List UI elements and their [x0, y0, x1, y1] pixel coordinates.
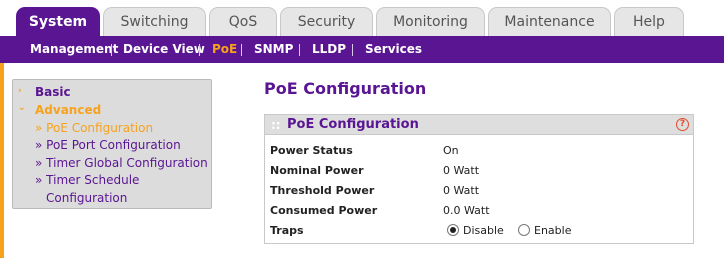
tab-system[interactable]: System	[16, 7, 100, 38]
subnav-divider	[199, 44, 200, 56]
side-menu: › Basic ⌄ Advanced » PoE Configuration »…	[12, 79, 212, 209]
grip-icon: ::	[271, 118, 281, 132]
menu-item-timer-schedule-cont[interactable]: Configuration	[46, 190, 127, 206]
subnav-divider	[352, 44, 353, 56]
menu-item-timer-schedule[interactable]: » Timer Schedule	[35, 172, 139, 188]
traps-disable-label[interactable]: Disable	[463, 224, 504, 237]
tab-help[interactable]: Help	[614, 7, 684, 37]
tab-qos[interactable]: QoS	[209, 7, 277, 37]
consumed-power-label: Consumed Power	[270, 204, 378, 217]
menu-item-poe-configuration[interactable]: » PoE Configuration	[35, 120, 153, 136]
subnav-management[interactable]: Management	[30, 36, 118, 63]
subnav-divider	[111, 44, 112, 56]
traps-enable-radio[interactable]	[518, 224, 530, 236]
power-status-label: Power Status	[270, 144, 353, 157]
nominal-power-label: Nominal Power	[270, 164, 364, 177]
menu-item-timer-global-configuration[interactable]: » Timer Global Configuration	[35, 155, 208, 171]
traps-label: Traps	[270, 224, 304, 237]
subnav-snmp[interactable]: SNMP	[254, 36, 293, 63]
subnav-lldp[interactable]: LLDP	[312, 36, 346, 63]
panel-title: PoE Configuration	[287, 117, 419, 132]
poe-config-panel: :: PoE Configuration ? Power Status On N…	[264, 114, 694, 244]
nominal-power-value: 0 Watt	[443, 164, 480, 177]
sub-navigation: Management Device View PoE SNMP LLDP Ser…	[0, 36, 724, 63]
tab-maintenance[interactable]: Maintenance	[488, 7, 611, 37]
tab-security[interactable]: Security	[280, 7, 373, 37]
consumed-power-value: 0.0 Watt	[443, 204, 490, 217]
tab-switching[interactable]: Switching	[103, 7, 206, 37]
threshold-power-value: 0 Watt	[443, 184, 480, 197]
threshold-power-label: Threshold Power	[270, 184, 375, 197]
arrow-right-icon: ›	[18, 86, 22, 96]
traps-enable-label[interactable]: Enable	[534, 224, 571, 237]
menu-advanced[interactable]: Advanced	[35, 102, 101, 118]
power-status-value: On	[443, 144, 459, 157]
menu-item-poe-port-configuration[interactable]: » PoE Port Configuration	[35, 137, 181, 153]
page-title: PoE Configuration	[264, 79, 427, 98]
panel-header: :: PoE Configuration ?	[265, 115, 693, 135]
arrow-down-icon: ⌄	[18, 103, 26, 113]
radio-selected-dot	[450, 227, 456, 233]
subnav-poe[interactable]: PoE	[212, 36, 237, 63]
subnav-divider	[241, 44, 242, 56]
subnav-services[interactable]: Services	[365, 36, 422, 63]
subnav-divider	[299, 44, 300, 56]
traps-disable-radio[interactable]	[447, 224, 459, 236]
menu-basic[interactable]: Basic	[35, 84, 71, 100]
tab-monitoring[interactable]: Monitoring	[376, 7, 485, 37]
subnav-device-view[interactable]: Device View	[123, 36, 205, 63]
top-tab-bar: System Switching QoS Security Monitoring…	[0, 0, 724, 38]
help-icon[interactable]: ?	[676, 118, 689, 131]
left-accent-stripe	[0, 63, 4, 258]
